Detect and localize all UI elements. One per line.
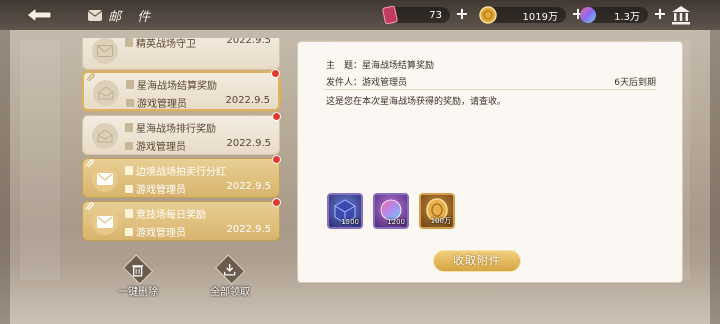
mail-date: 2022.9.5	[225, 95, 270, 106]
gold-coin-icon	[479, 6, 497, 24]
paperclip-icon	[85, 159, 94, 168]
delete-all-label: 一键删除	[118, 287, 158, 298]
add-gem-button[interactable]: +	[454, 6, 470, 23]
selected-arrow-icon	[277, 86, 282, 100]
notification-dot	[271, 69, 280, 78]
notification-dot	[272, 155, 281, 164]
claim-all-button[interactable]: 全部领取	[200, 254, 260, 298]
sender-label: 发件人：	[326, 78, 363, 88]
top-bar: 邮 件 73 + 1019万 + 1.3万 +	[0, 0, 720, 30]
mail-body: 这是您在本次星海战场获得的奖励，请查收。	[326, 97, 507, 107]
claim-attachment-button[interactable]: 收取附件	[433, 250, 521, 272]
add-orb-button[interactable]: +	[652, 6, 668, 23]
notification-dot	[272, 198, 281, 207]
mail-date: 2022.9.5	[226, 38, 271, 46]
download-icon	[224, 263, 236, 276]
sender-value: 游戏管理员	[362, 78, 408, 88]
document-icon	[125, 209, 133, 218]
envelope-icon	[92, 166, 118, 192]
left-frame	[0, 30, 10, 324]
mail-title: 星海战场结算奖励	[126, 77, 217, 92]
mail-title: 竞技场每日奖励	[125, 206, 206, 221]
mail-list: 精英战场守卫 2022.9.5 星海战场结算奖励 游戏管理员 2022.9.5 …	[82, 38, 282, 246]
mail-item-unread[interactable]: 边境战场拍卖行分红 游戏管理员 2022.9.5	[82, 155, 281, 198]
mail-title: 精英战场守卫	[125, 38, 196, 50]
document-icon	[126, 80, 134, 89]
user-icon	[126, 98, 134, 107]
attachment-item[interactable]: 100万	[419, 193, 455, 229]
paperclip-icon	[85, 202, 94, 211]
envelope-open-icon	[92, 123, 118, 149]
attachment-qty: 1200	[387, 218, 405, 226]
attachment-item[interactable]: 1500	[327, 193, 363, 229]
trash-icon	[132, 264, 144, 277]
divider	[324, 89, 656, 90]
paperclip-icon	[86, 73, 95, 82]
expire-text: 6天后到期	[614, 78, 656, 88]
gem-ticket-icon	[382, 5, 398, 25]
user-icon	[125, 184, 133, 193]
subject-value: 星海战场结算奖励	[362, 61, 435, 71]
document-icon	[125, 38, 133, 47]
subject-row: 主 题：星海战场结算奖励	[326, 58, 434, 71]
attachment-qty: 100万	[430, 217, 451, 225]
gem-resource: 73 +	[382, 5, 470, 25]
mail-sender: 游戏管理员	[126, 95, 187, 110]
subject-label: 主 题：	[326, 61, 363, 71]
mail-title: 星海战场排行奖励	[125, 120, 216, 135]
attachment-qty: 1500	[341, 218, 359, 226]
mail-item[interactable]: 星海战场排行奖励 游戏管理员 2022.9.5	[82, 112, 281, 155]
envelope-icon	[92, 209, 118, 235]
envelope-icon	[92, 38, 118, 64]
coin-count: 1019万	[486, 7, 566, 23]
page-title: 邮 件	[108, 10, 157, 25]
mail-date: 2022.9.5	[226, 224, 271, 235]
mail-title: 边境战场拍卖行分红	[125, 163, 226, 178]
attachment-item[interactable]: 1200	[373, 193, 409, 229]
bank-icon[interactable]	[670, 4, 692, 26]
mail-sender: 游戏管理员	[125, 138, 186, 153]
notification-dot	[272, 112, 281, 121]
mail-item-selected[interactable]: 星海战场结算奖励 游戏管理员 2022.9.5	[82, 69, 282, 111]
mail-detail-panel: 主 题：星海战场结算奖励 发件人：游戏管理员 6天后到期 这是您在本次星海战场获…	[297, 41, 683, 283]
document-icon	[125, 123, 133, 132]
mail-item-unread[interactable]: 竞技场每日奖励 游戏管理员 2022.9.5	[82, 198, 281, 241]
orb-resource: 1.3万 +	[580, 5, 668, 25]
coin-resource: 1019万 +	[479, 5, 586, 25]
document-icon	[125, 166, 133, 175]
back-button[interactable]	[22, 4, 56, 26]
delete-all-button[interactable]: 一键删除	[108, 254, 168, 298]
mail-sender: 游戏管理员	[125, 181, 186, 196]
mail-icon	[87, 10, 103, 21]
envelope-open-icon	[93, 80, 119, 106]
back-arrow-icon	[26, 6, 52, 24]
user-icon	[125, 227, 133, 236]
sender-row: 发件人：游戏管理员	[326, 75, 407, 88]
mail-date: 2022.9.5	[226, 181, 271, 192]
rainbow-orb-icon	[580, 7, 596, 23]
right-frame	[710, 30, 720, 324]
user-icon	[125, 141, 133, 150]
mail-date: 2022.9.5	[226, 138, 271, 149]
mail-sender: 游戏管理员	[125, 224, 186, 239]
claim-all-label: 全部领取	[210, 287, 250, 298]
mail-item[interactable]: 精英战场守卫 2022.9.5	[82, 38, 280, 70]
